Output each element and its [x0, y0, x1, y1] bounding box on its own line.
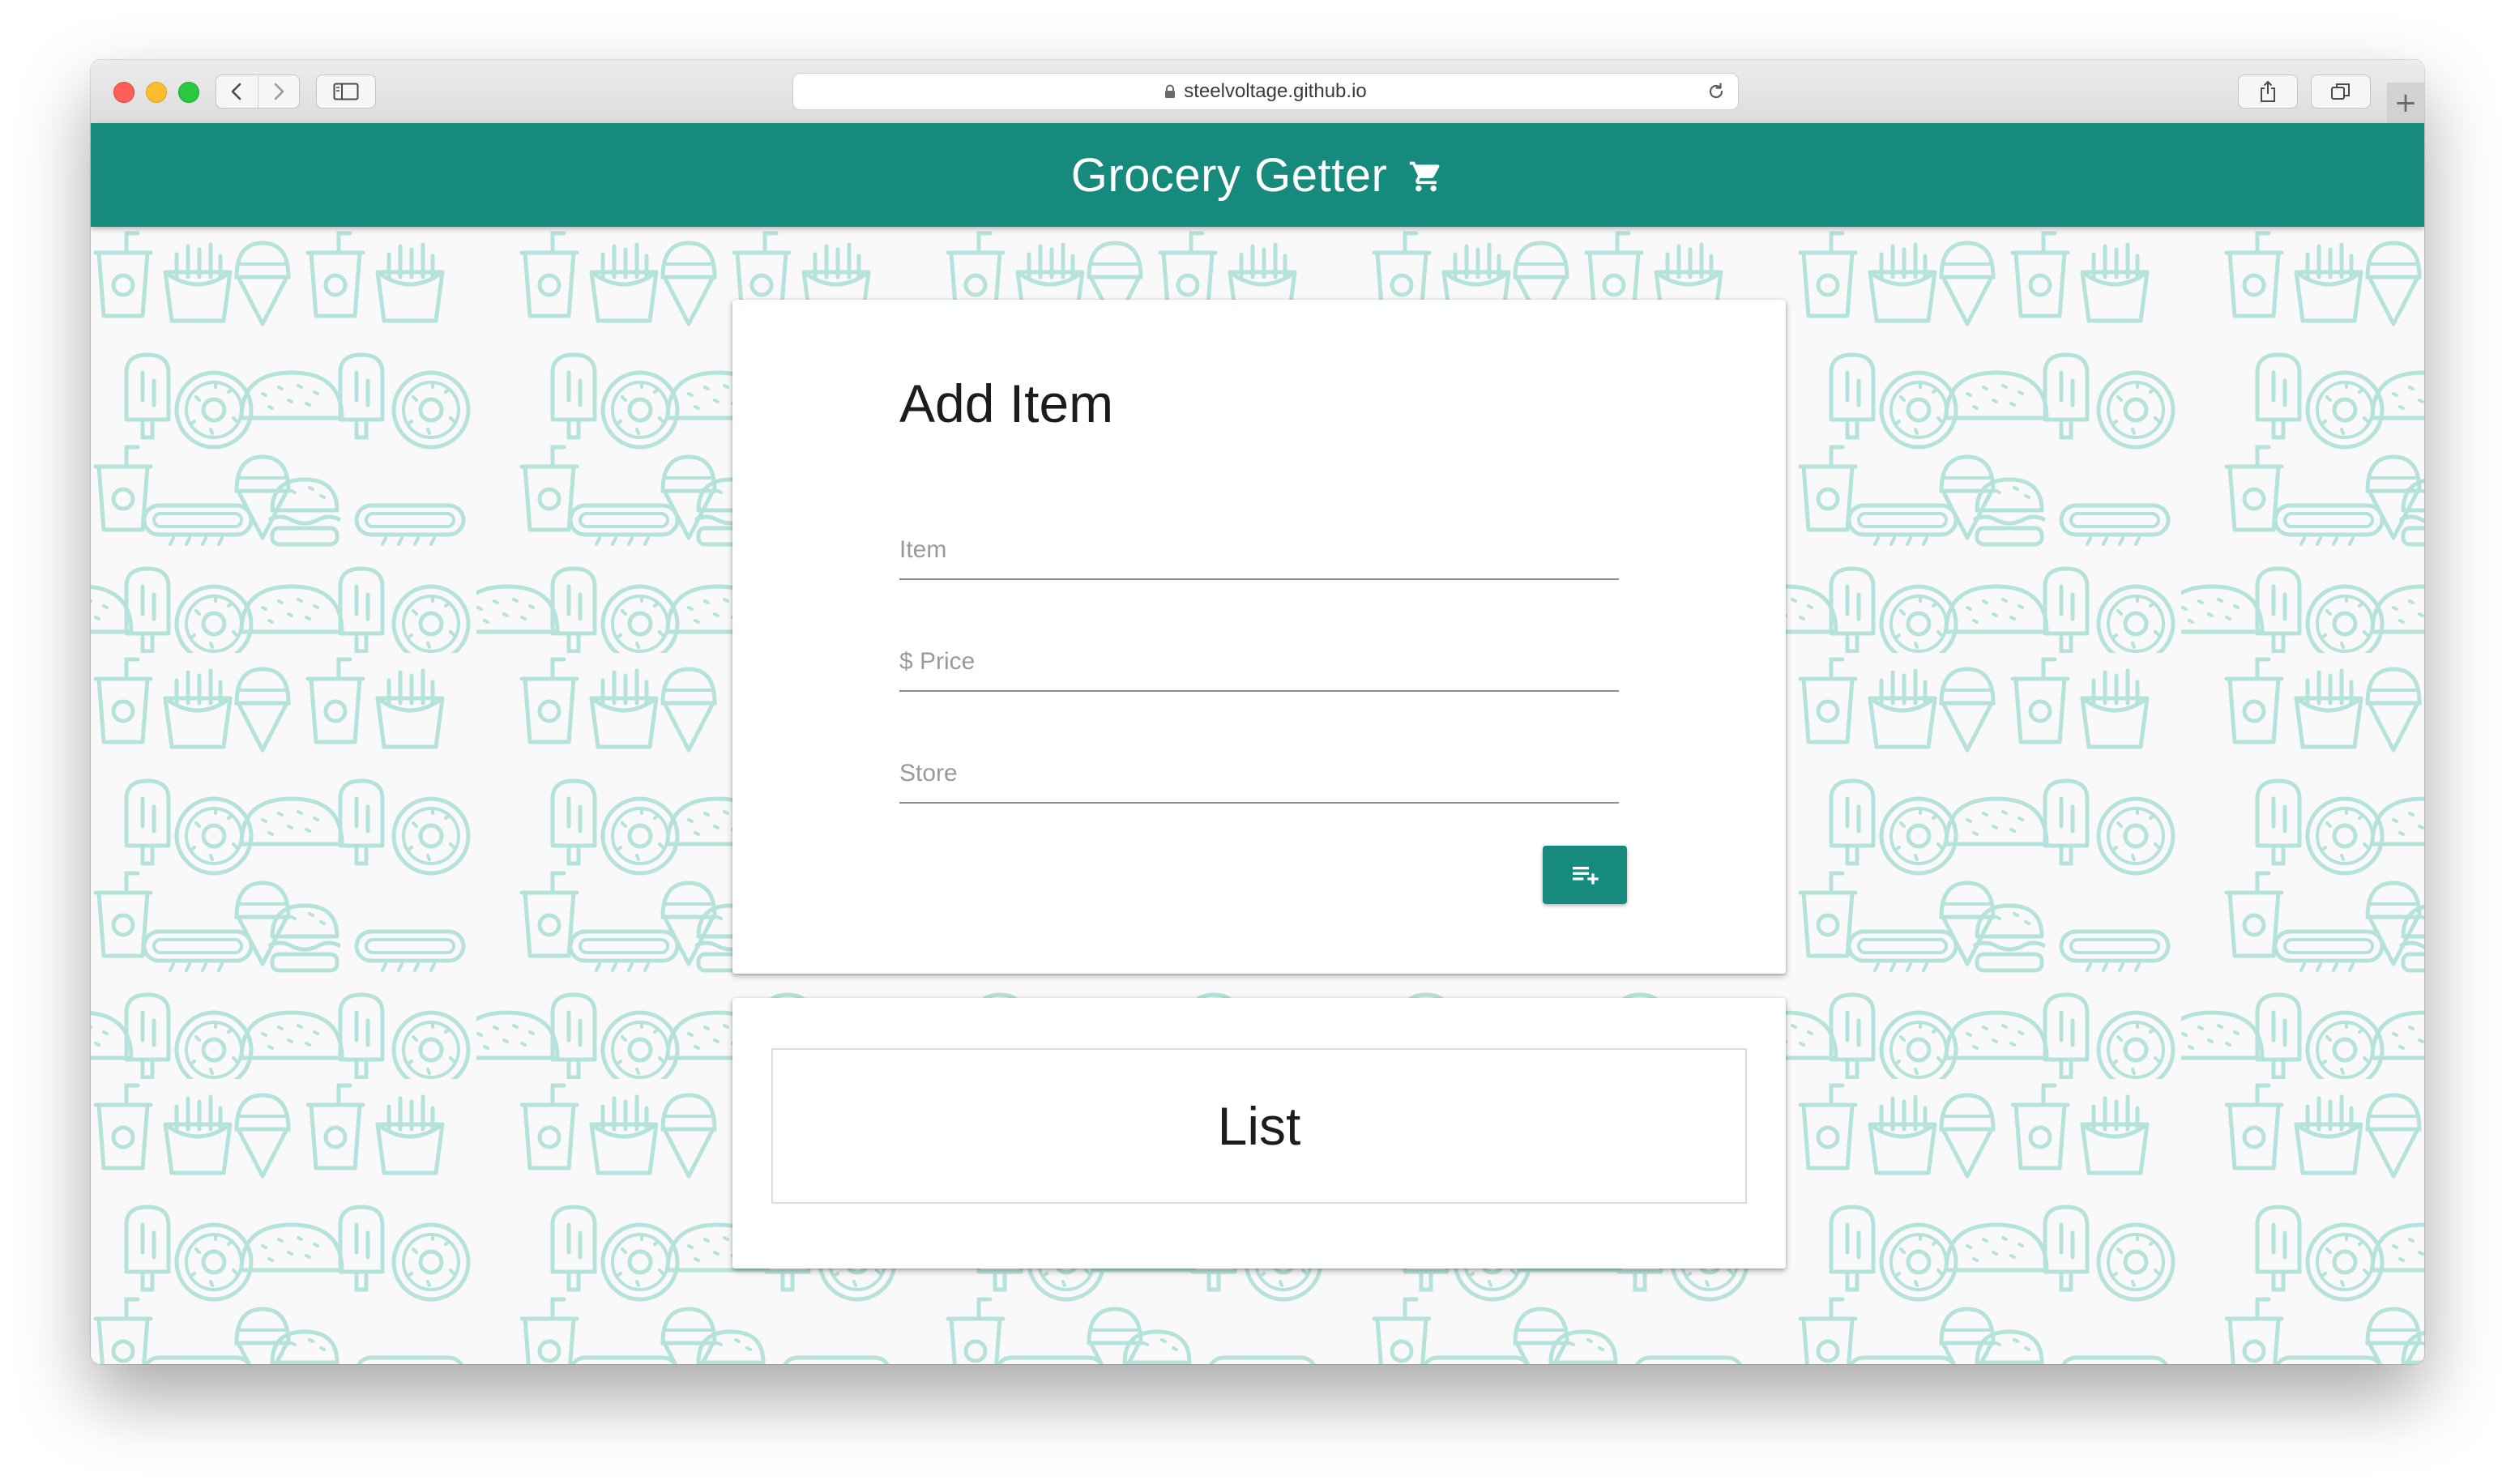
list-title: List: [1217, 1096, 1301, 1156]
chevron-right-icon: [274, 83, 284, 100]
store-input[interactable]: [899, 753, 1619, 794]
item-input[interactable]: [899, 530, 1619, 570]
forward-button[interactable]: [257, 75, 300, 108]
page-content: Add Item List: [91, 227, 2424, 1364]
add-item-card: Add Item: [732, 300, 1786, 974]
app-title: Grocery Getter: [1070, 148, 1388, 202]
store-field: [899, 745, 1619, 804]
sidebar-icon: [333, 83, 359, 100]
list-card: List: [732, 998, 1786, 1269]
close-window-button[interactable]: [113, 82, 135, 103]
navigation-buttons: [216, 75, 300, 109]
cart-icon: [1410, 161, 1440, 192]
chevron-left-icon: [231, 83, 241, 100]
address-bar[interactable]: steelvoltage.github.io: [792, 73, 1739, 110]
add-item-button[interactable]: [1543, 846, 1627, 904]
playlist-add-icon: [1573, 867, 1599, 885]
app-header: Grocery Getter: [91, 123, 2424, 227]
browser-titlebar: steelvoltage.github.io +: [91, 60, 2424, 124]
price-field: [899, 633, 1619, 692]
tab-overview-button[interactable]: [2311, 75, 2371, 109]
add-item-title: Add Item: [899, 373, 1114, 433]
share-icon: [2261, 81, 2275, 102]
tabs-icon: [2331, 83, 2350, 100]
list-container: List: [771, 1048, 1747, 1204]
minimize-window-button[interactable]: [146, 82, 167, 103]
browser-window: steelvoltage.github.io + Grocery Getter: [91, 60, 2424, 1364]
item-field: [899, 522, 1619, 580]
lock-icon: [1165, 84, 1176, 98]
reload-icon[interactable]: [1706, 81, 1727, 102]
sidebar-toggle-button[interactable]: [316, 75, 376, 109]
zoom-window-button[interactable]: [178, 82, 199, 103]
new-tab-button[interactable]: +: [2387, 83, 2424, 123]
url-text: steelvoltage.github.io: [1184, 80, 1367, 102]
back-button[interactable]: [216, 75, 258, 108]
price-input[interactable]: [899, 642, 1619, 682]
share-button[interactable]: [2238, 75, 2298, 109]
